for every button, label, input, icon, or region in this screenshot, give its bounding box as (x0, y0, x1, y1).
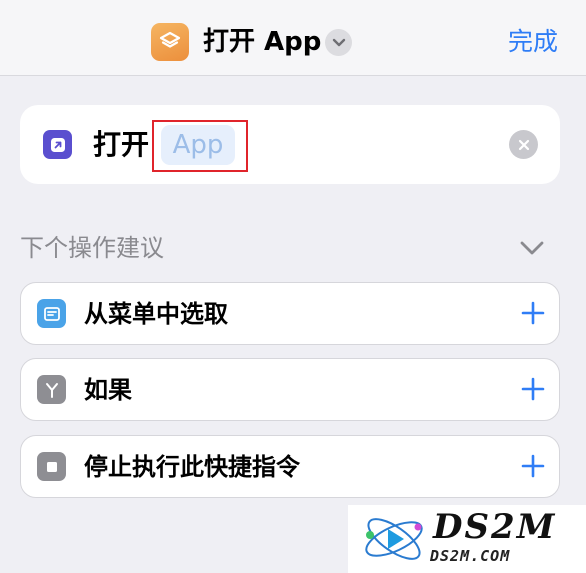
watermark-subtext: DS2M.COM (430, 547, 511, 565)
watermark-text: DS2M (433, 507, 557, 547)
suggestion-label: 从菜单中选取 (84, 300, 228, 328)
suggestion-label: 如果 (84, 376, 132, 404)
highlight-annotation (152, 120, 248, 172)
suggestion-label: 停止执行此快捷指令 (84, 453, 300, 481)
suggestions-title: 下个操作建议 (20, 234, 164, 262)
done-button[interactable]: 完成 (508, 24, 558, 60)
open-app-icon (43, 130, 72, 159)
watermark: DS2M DS2M.COM (348, 505, 586, 573)
page-title[interactable]: 打开 App (203, 24, 321, 60)
menu-list-icon (37, 299, 66, 328)
suggestion-item-if[interactable]: 如果 (20, 358, 560, 421)
open-app-action-card[interactable]: 打开 App (20, 105, 560, 184)
chevron-down-icon[interactable] (325, 29, 352, 56)
branch-icon (37, 375, 66, 404)
nav-header: 打开 App 完成 (0, 0, 586, 76)
plus-icon[interactable] (521, 301, 545, 325)
watermark-logo-icon (365, 518, 423, 560)
shortcuts-icon[interactable] (151, 23, 189, 61)
plus-icon[interactable] (521, 377, 545, 401)
suggestion-item-menu[interactable]: 从菜单中选取 (20, 282, 560, 345)
collapse-chevron-icon[interactable] (518, 236, 546, 260)
plus-icon[interactable] (521, 454, 545, 478)
stop-icon (37, 452, 66, 481)
clear-icon[interactable] (509, 130, 538, 159)
suggestion-item-stop[interactable]: 停止执行此快捷指令 (20, 435, 560, 498)
action-verb: 打开 (93, 128, 150, 161)
